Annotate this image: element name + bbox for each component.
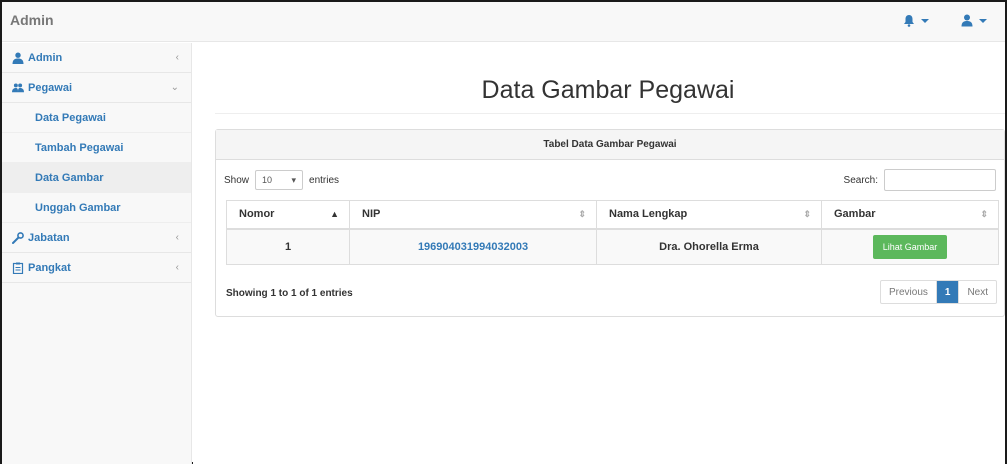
column-header-nama-lengkap[interactable]: Nama Lengkap ⇕: [596, 200, 822, 230]
app-window: Admin Admin ‹ Pegawai ⌄ Data Pegawai Tam…: [0, 0, 1007, 464]
clipboard-icon: [12, 262, 24, 274]
alerts-dropdown[interactable]: [903, 14, 929, 27]
sidebar-subitem-unggah-gambar[interactable]: Unggah Gambar: [2, 193, 191, 223]
page-title: Data Gambar Pegawai: [481, 76, 735, 104]
column-label: Nama Lengkap: [609, 208, 688, 221]
search-control: Search:: [844, 169, 996, 191]
column-label: Nomor: [239, 208, 275, 221]
sidebar-subitem-data-pegawai[interactable]: Data Pegawai: [2, 103, 191, 133]
cell-nip: 196904031994032003: [349, 228, 597, 265]
table-info: Showing 1 to 1 of 1 entries: [226, 288, 353, 299]
page-length-value: 10: [262, 175, 273, 185]
chevron-down-icon: [921, 18, 929, 23]
wrench-icon: [12, 231, 24, 244]
data-table: Nomor ▲ NIP ⇕ Nama Lengkap ⇕ Gambar ⇕ 1 …: [226, 200, 999, 265]
chevron-left-icon: ‹: [175, 52, 179, 63]
sidebar-subitem-tambah-pegawai[interactable]: Tambah Pegawai: [2, 133, 191, 163]
cell-nama: Dra. Ohorella Erma: [596, 228, 822, 265]
sidebar-item-jabatan[interactable]: Jabatan ‹: [2, 223, 191, 253]
page-length-select[interactable]: 10 ▾: [255, 170, 304, 190]
sidebar-item-pegawai[interactable]: Pegawai ⌄: [2, 73, 191, 103]
top-navbar: Admin: [2, 2, 1005, 42]
sort-icon: ⇕: [578, 209, 586, 219]
sidebar-item-label: Admin: [28, 51, 63, 64]
table-panel: Tabel Data Gambar Pegawai Show 10 ▾ entr…: [215, 129, 1005, 317]
column-label: NIP: [362, 208, 381, 221]
table-row: 1 196904031994032003 Dra. Ohorella Erma …: [226, 228, 999, 265]
sort-icon: ⇕: [980, 209, 988, 219]
chevron-down-icon: ▾: [291, 174, 297, 185]
column-header-nip[interactable]: NIP ⇕: [349, 200, 597, 230]
sort-icon: ⇕: [803, 209, 811, 219]
column-label: Gambar: [834, 208, 876, 221]
cell-nomor: 1: [226, 228, 350, 265]
user-icon: [961, 14, 973, 27]
lihat-gambar-button[interactable]: Lihat Gambar: [872, 234, 948, 259]
sidebar: Admin ‹ Pegawai ⌄ Data Pegawai Tambah Pe…: [2, 43, 192, 464]
brand-link[interactable]: Admin: [10, 12, 54, 28]
page-1-button[interactable]: 1: [936, 281, 959, 303]
users-icon: [12, 82, 24, 92]
sidebar-item-admin[interactable]: Admin ‹: [2, 43, 191, 73]
column-header-gambar[interactable]: Gambar ⇕: [821, 200, 999, 230]
chevron-left-icon: ‹: [175, 232, 179, 243]
entries-label: entries: [309, 174, 340, 186]
previous-page-button[interactable]: Previous: [881, 281, 937, 303]
sidebar-item-label: Pangkat: [28, 261, 71, 274]
show-label: Show: [224, 174, 250, 186]
sidebar-item-label: Jabatan: [28, 231, 70, 244]
chevron-left-icon: ‹: [175, 262, 179, 273]
user-icon: [12, 52, 24, 64]
chevron-down-icon: ⌄: [170, 82, 179, 93]
sidebar-item-pangkat[interactable]: Pangkat ‹: [2, 253, 191, 283]
column-header-nomor[interactable]: Nomor ▲: [226, 200, 350, 230]
sidebar-item-label: Pegawai: [28, 81, 73, 94]
pagination: Previous 1 Next: [879, 280, 997, 304]
bell-icon: [904, 15, 914, 27]
length-control: Show 10 ▾ entries: [224, 170, 339, 190]
search-input[interactable]: [884, 169, 996, 191]
main-content: Data Gambar Pegawai Tabel Data Gambar Pe…: [193, 43, 1005, 464]
search-label: Search:: [843, 174, 878, 186]
cell-gambar: Lihat Gambar: [821, 228, 999, 265]
panel-heading: Tabel Data Gambar Pegawai: [216, 130, 1004, 160]
chevron-down-icon: [979, 18, 987, 23]
table-header-row: Nomor ▲ NIP ⇕ Nama Lengkap ⇕ Gambar ⇕: [226, 200, 999, 230]
next-page-button[interactable]: Next: [958, 281, 996, 303]
sidebar-subitem-data-gambar[interactable]: Data Gambar: [2, 163, 191, 193]
user-dropdown[interactable]: [961, 14, 987, 27]
sort-asc-icon: ▲: [330, 209, 339, 219]
title-divider: [215, 113, 1005, 114]
